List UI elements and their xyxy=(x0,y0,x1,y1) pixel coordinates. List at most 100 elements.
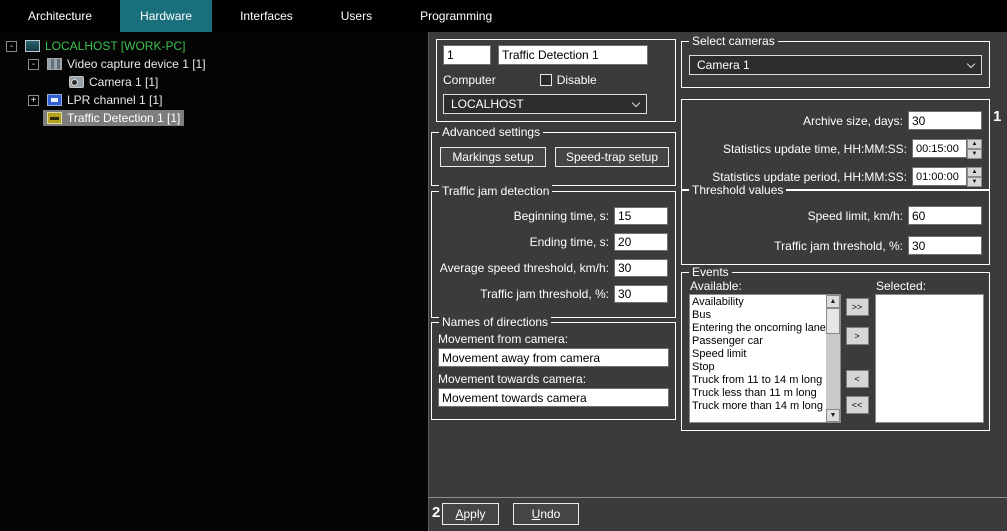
available-label: Available: xyxy=(690,279,742,293)
traffic-jam-detection-group: Traffic jam detection Beginning time, s:… xyxy=(431,191,676,318)
traffic-jam-field-input[interactable] xyxy=(614,233,668,251)
tab-architecture[interactable]: Architecture xyxy=(8,0,112,32)
scrollbar[interactable]: ▲ ▼ xyxy=(826,295,840,422)
traffic-detection-icon xyxy=(47,112,62,124)
spinner-buttons: ▲▼ xyxy=(967,167,982,186)
threshold-field-input[interactable] xyxy=(908,236,982,255)
tab-hardware[interactable]: Hardware xyxy=(120,0,212,32)
traffic-jam-field-input[interactable] xyxy=(614,207,668,225)
move-left-button[interactable]: < xyxy=(846,370,869,388)
tree-item-label: Camera 1 [1] xyxy=(89,75,158,89)
archive-field-label: Statistics update period, HH:MM:SS: xyxy=(688,170,907,184)
object-id-input[interactable] xyxy=(443,45,491,65)
movement-towards-camera-label: Movement towards camera: xyxy=(438,372,669,386)
application-window: ArchitectureHardwareInterfacesUsersProgr… xyxy=(0,0,1007,531)
traffic-jam-field-input[interactable] xyxy=(614,285,668,303)
movement-from-camera-label: Movement from camera: xyxy=(438,332,669,346)
list-item[interactable]: Truck more than 14 m long xyxy=(690,400,826,413)
disable-option: Disable xyxy=(540,73,597,87)
tree-item[interactable]: -Video capture device 1 [1] xyxy=(0,55,428,73)
move-right-button[interactable]: > xyxy=(846,327,869,345)
lpr-channel-icon xyxy=(47,94,62,106)
object-name-input[interactable] xyxy=(498,45,648,65)
traffic-jam-field-row: Beginning time, s: xyxy=(438,207,668,225)
tree-item-body: LOCALHOST [WORK-PC] xyxy=(21,38,189,54)
tree-item[interactable]: +LPR channel 1 [1] xyxy=(0,91,428,109)
markings-setup-button[interactable]: Markings setup xyxy=(440,147,546,167)
camera-select[interactable]: Camera 1 xyxy=(689,55,982,75)
scroll-up-icon[interactable]: ▲ xyxy=(826,295,840,308)
archive-settings-group: Archive size, days:Statistics update tim… xyxy=(681,99,990,190)
collapse-icon[interactable]: - xyxy=(6,41,17,52)
movement-from-camera-input[interactable] xyxy=(438,348,669,367)
tree-item-body: Video capture device 1 [1] xyxy=(43,56,210,72)
move-all-left-button[interactable]: << xyxy=(846,396,869,414)
advanced-buttons-row: Markings setup Speed-trap setup xyxy=(440,147,675,167)
computer-label: Computer xyxy=(443,73,496,87)
traffic-jam-field-label: Average speed threshold, km/h: xyxy=(438,261,609,275)
spin-up-icon[interactable]: ▲ xyxy=(967,139,982,149)
list-item[interactable]: Truck less than 11 m long xyxy=(690,387,826,400)
apply-button[interactable]: Apply xyxy=(442,503,499,525)
selected-events-items xyxy=(876,295,983,422)
select-cameras-title: Select cameras xyxy=(689,34,778,48)
scrollbar-thumb[interactable] xyxy=(826,308,840,334)
archive-fields: Archive size, days:Statistics update tim… xyxy=(682,100,989,186)
traffic-jam-detection-title: Traffic jam detection xyxy=(439,184,552,198)
list-item[interactable]: Entering the oncoming lane xyxy=(690,322,826,335)
archive-field-input[interactable] xyxy=(908,111,982,130)
tab-users[interactable]: Users xyxy=(321,0,392,32)
archive-field-spin-control: ▲▼ xyxy=(912,139,982,158)
spin-down-icon[interactable]: ▼ xyxy=(967,177,982,187)
spin-up-icon[interactable]: ▲ xyxy=(967,167,982,177)
traffic-jam-field-input[interactable] xyxy=(614,259,668,277)
threshold-values-group: Threshold values Speed limit, km/h:Traff… xyxy=(681,190,990,265)
scrollbar-track[interactable] xyxy=(826,308,840,409)
footer-bar: 2 Apply Undo xyxy=(429,497,1007,531)
traffic-jam-field-row: Traffic jam threshold, %: xyxy=(438,285,668,303)
events-title: Events xyxy=(689,265,732,279)
list-item[interactable]: Availability xyxy=(690,296,826,309)
tree-item[interactable]: -LOCALHOST [WORK-PC] xyxy=(0,37,428,55)
movement-towards-camera-input[interactable] xyxy=(438,388,669,407)
available-events-items: AvailabilityBusEntering the oncoming lan… xyxy=(690,295,826,422)
list-item[interactable]: Bus xyxy=(690,309,826,322)
archive-field-input[interactable] xyxy=(912,167,967,186)
video-capture-device-icon xyxy=(47,58,62,70)
disable-checkbox[interactable] xyxy=(540,74,552,86)
advanced-settings-group: Advanced settings Markings setup Speed-t… xyxy=(431,132,676,186)
computer-icon xyxy=(25,40,40,52)
hardware-tree: -LOCALHOST [WORK-PC]-Video capture devic… xyxy=(0,32,429,531)
scroll-down-icon[interactable]: ▼ xyxy=(826,409,840,422)
directions-fields: Movement from camera: Movement towards c… xyxy=(432,323,675,412)
speed-trap-setup-button[interactable]: Speed-trap setup xyxy=(555,147,669,167)
tab-interfaces[interactable]: Interfaces xyxy=(220,0,313,32)
move-all-right-button[interactable]: >> xyxy=(846,298,869,316)
names-of-directions-group: Names of directions Movement from camera… xyxy=(431,322,676,420)
tree-item[interactable]: Traffic Detection 1 [1] xyxy=(0,109,428,127)
tree-item-body: Traffic Detection 1 [1] xyxy=(43,110,184,126)
chevron-down-icon xyxy=(967,59,975,67)
selected-label: Selected: xyxy=(876,279,926,293)
undo-button[interactable]: Undo xyxy=(513,503,579,525)
threshold-field-input[interactable] xyxy=(908,206,982,225)
list-item[interactable]: Speed limit xyxy=(690,348,826,361)
available-events-list[interactable]: AvailabilityBusEntering the oncoming lan… xyxy=(689,294,841,423)
collapse-icon[interactable]: - xyxy=(28,59,39,70)
tab-bar: ArchitectureHardwareInterfacesUsersProgr… xyxy=(0,0,1007,32)
selected-events-list[interactable] xyxy=(875,294,984,423)
tab-programming[interactable]: Programming xyxy=(400,0,512,32)
expand-icon[interactable]: + xyxy=(28,95,39,106)
archive-field-label: Archive size, days: xyxy=(688,114,903,128)
list-item[interactable]: Stop xyxy=(690,361,826,374)
tree-item[interactable]: Camera 1 [1] xyxy=(0,73,428,91)
advanced-settings-title: Advanced settings xyxy=(439,125,543,139)
traffic-jam-fields: Beginning time, s:Ending time, s:Average… xyxy=(432,192,675,303)
spin-down-icon[interactable]: ▼ xyxy=(967,149,982,159)
computer-select[interactable]: LOCALHOST xyxy=(443,94,647,114)
list-item[interactable]: Passenger car xyxy=(690,335,826,348)
settings-panel: Computer Disable LOCALHOST Advanced sett… xyxy=(429,32,1007,531)
archive-field-spin-control: ▲▼ xyxy=(912,167,982,186)
list-item[interactable]: Truck from 11 to 14 m long xyxy=(690,374,826,387)
archive-field-input[interactable] xyxy=(912,139,967,158)
